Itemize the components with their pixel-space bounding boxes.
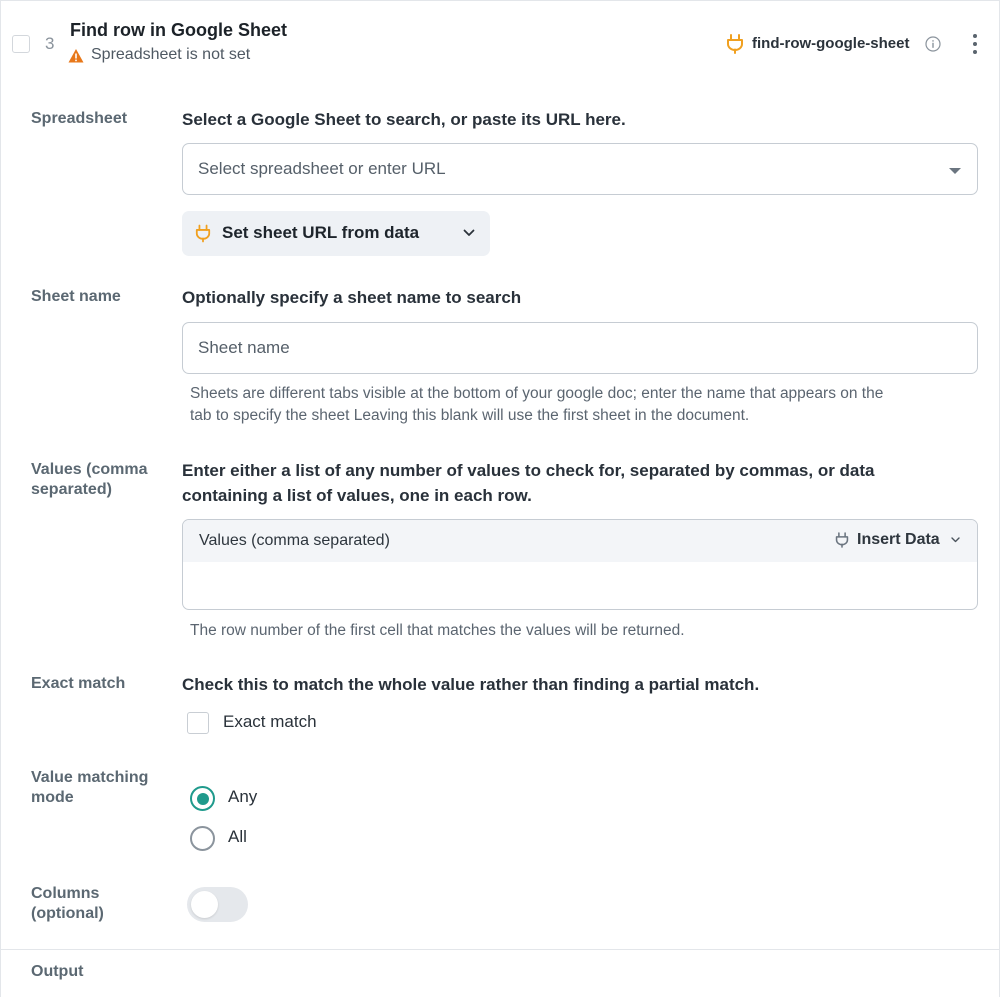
toggle-knob (191, 891, 218, 918)
spreadsheet-label: Spreadsheet (31, 110, 128, 127)
value-matching-mode-label-line2: mode (31, 789, 74, 806)
spreadsheet-placeholder: Select spreadsheet or enter URL (198, 159, 446, 178)
plug-icon (727, 34, 743, 54)
caret-down-icon (949, 168, 961, 174)
radio-all-label[interactable]: All (228, 827, 247, 847)
chevron-down-icon (463, 229, 475, 236)
values-help: The row number of the first cell that ma… (190, 622, 685, 639)
radio-any[interactable] (190, 786, 215, 811)
values-description-line1: Enter either a list of any number of val… (182, 461, 875, 480)
values-label-line1: Values (comma (31, 461, 148, 478)
exact-match-label: Exact match (31, 675, 126, 692)
exact-match-description: Check this to match the whole value rath… (182, 675, 760, 694)
set-sheet-url-label: Set sheet URL from data (222, 223, 420, 242)
sheet-name-label: Sheet name (31, 288, 121, 305)
step-title[interactable]: Find row in Google Sheet (70, 20, 287, 41)
sheet-name-input[interactable]: Sheet name (182, 322, 978, 374)
more-options-icon[interactable] (967, 32, 983, 56)
columns-toggle[interactable] (187, 887, 248, 922)
step-slug: find-row-google-sheet (752, 35, 910, 52)
step-card: 3 Find row in Google Sheet Spreadsheet i… (0, 0, 1000, 997)
step-number: 3 (45, 34, 55, 53)
spreadsheet-select[interactable]: Select spreadsheet or enter URL (182, 143, 978, 195)
set-sheet-url-button[interactable]: Set sheet URL from data (182, 211, 490, 256)
info-icon[interactable] (925, 36, 941, 52)
plug-icon (835, 532, 849, 548)
insert-data-button[interactable]: Insert Data (857, 531, 940, 549)
radio-all[interactable] (190, 826, 215, 851)
values-description-line2: containing a list of values, one in each… (182, 486, 532, 505)
exact-match-checkbox-label[interactable]: Exact match (223, 712, 317, 732)
radio-any-label[interactable]: Any (228, 787, 257, 807)
values-input[interactable]: Values (comma separated) Insert Data (182, 519, 978, 610)
exact-match-checkbox[interactable] (187, 712, 209, 734)
value-matching-mode-label-line1: Value matching (31, 769, 149, 786)
sheet-name-help-line1: Sheets are different tabs visible at the… (190, 385, 884, 402)
chevron-down-icon[interactable] (951, 537, 960, 543)
sheet-name-description: Optionally specify a sheet name to searc… (182, 288, 522, 307)
values-label-line2: separated) (31, 481, 112, 498)
sheet-name-placeholder: Sheet name (198, 338, 290, 357)
plug-icon (195, 224, 211, 243)
spreadsheet-description: Select a Google Sheet to search, or past… (182, 110, 626, 129)
sheet-name-help-line2: tab to specify the sheet Leaving this bl… (190, 407, 750, 424)
section-divider (1, 949, 1000, 950)
values-input-title: Values (comma separated) (199, 532, 390, 549)
warning-icon (68, 49, 84, 63)
columns-label-line1: Columns (31, 885, 100, 902)
step-warning: Spreadsheet is not set (91, 46, 251, 63)
step-select-checkbox[interactable] (12, 35, 30, 53)
values-input-header: Values (comma separated) Insert Data (183, 520, 977, 562)
output-label[interactable]: Output (31, 962, 171, 982)
columns-label-line2: (optional) (31, 905, 104, 922)
